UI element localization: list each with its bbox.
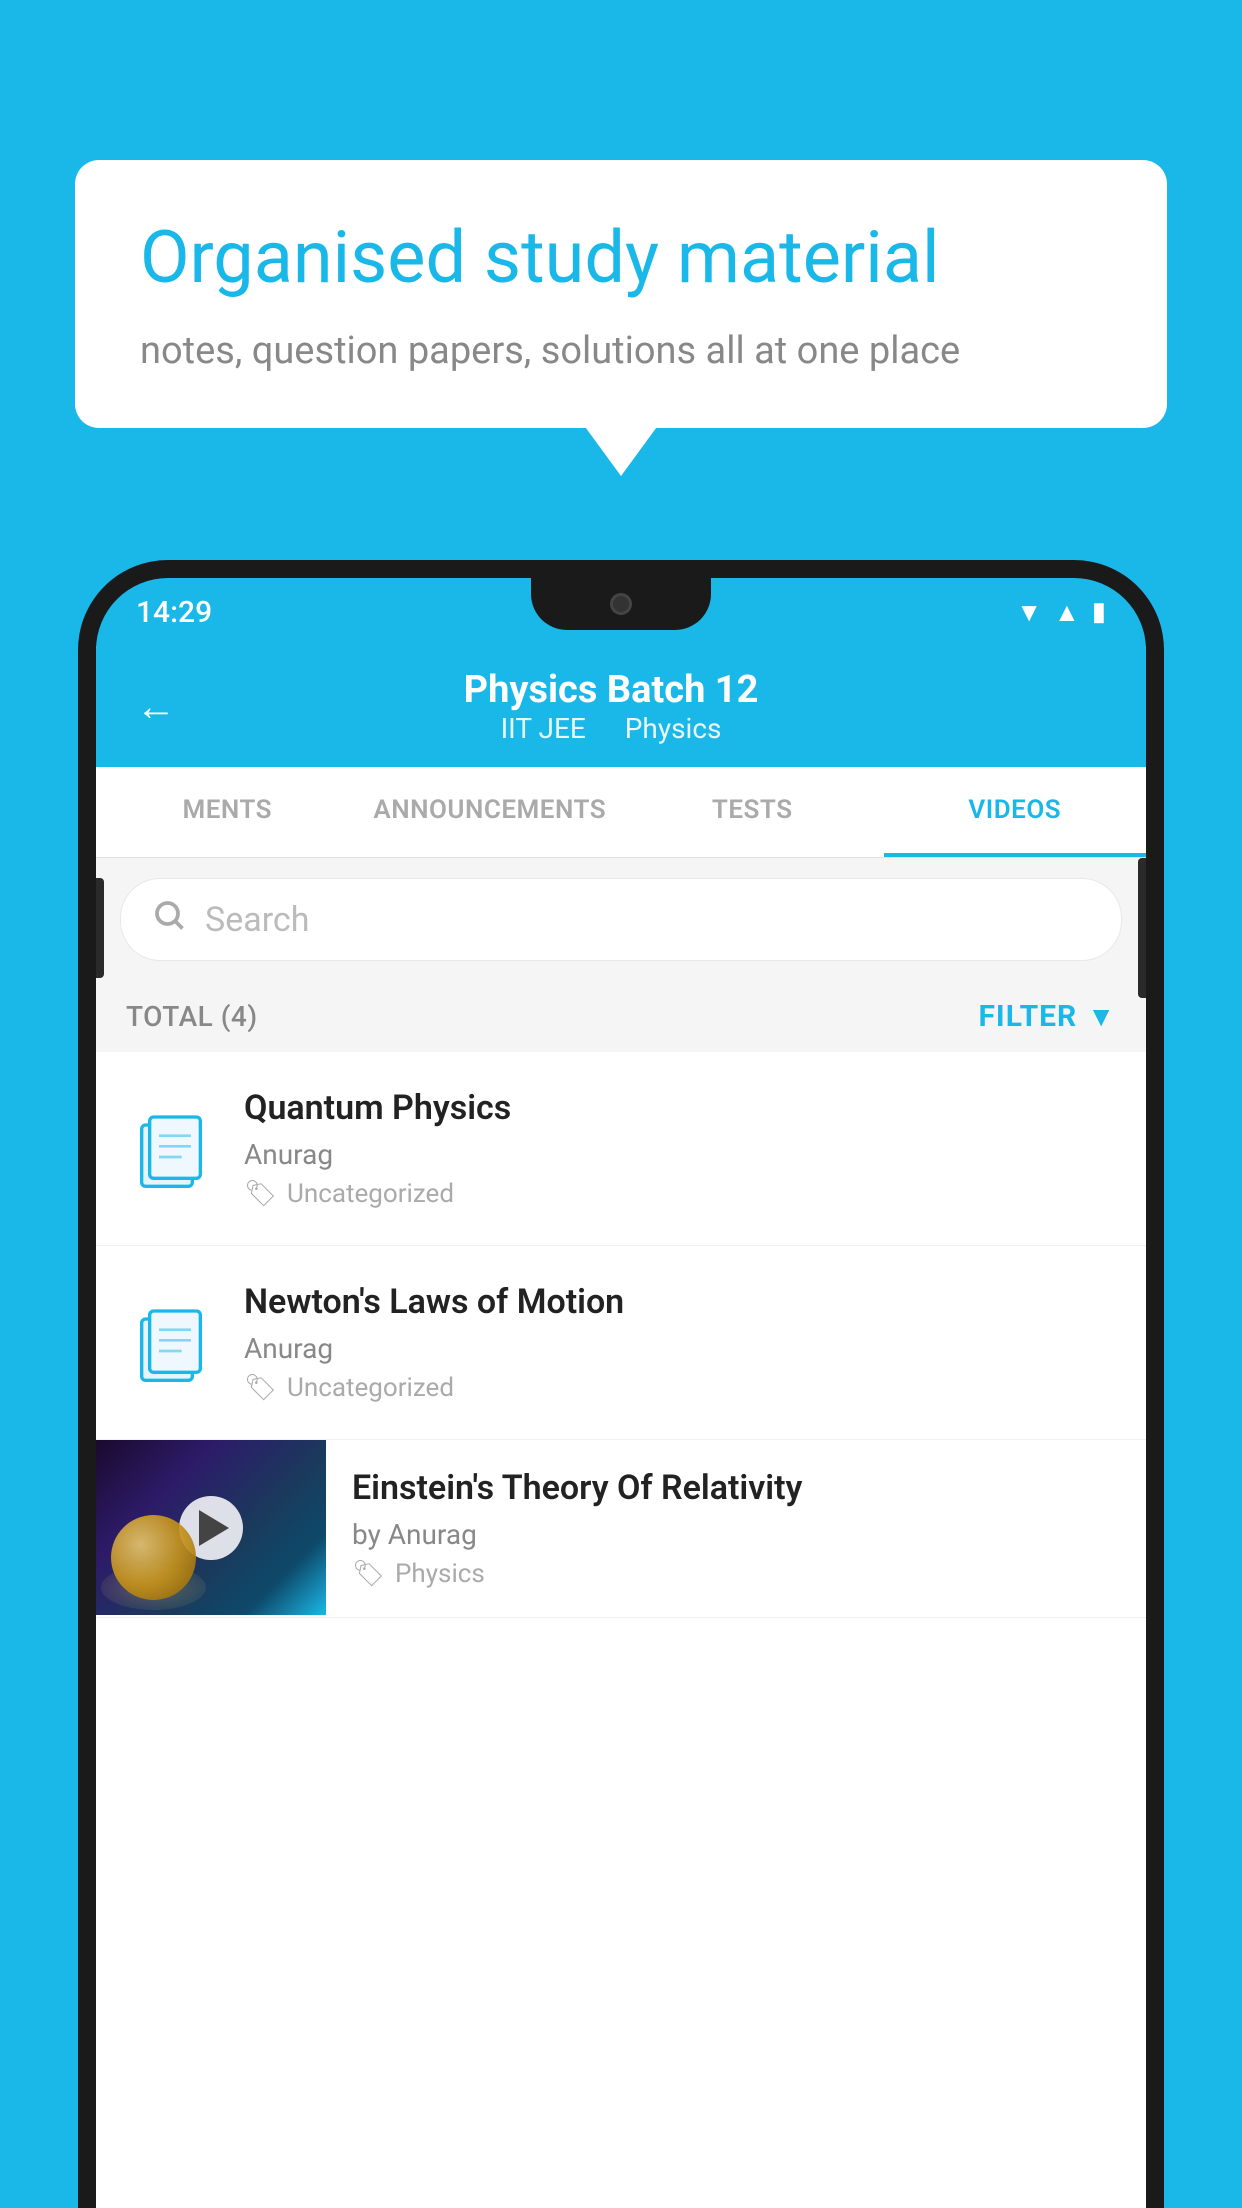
tag-label: Uncategorized [287,1373,454,1403]
status-icons: ▼ ▲ ▮ [1016,597,1106,628]
item-info: Quantum Physics Anurag 🏷 Uncategorized [244,1088,1116,1209]
filter-row: TOTAL (4) FILTER ▼ [96,981,1146,1052]
app-background: Organised study material notes, question… [0,0,1242,2208]
battery-icon: ▮ [1092,597,1106,627]
app-content: ← Physics Batch 12 IIT JEE Physics MENTS [96,646,1146,2208]
video-tag: 🏷 Physics [352,1559,1120,1589]
speech-bubble: Organised study material notes, question… [75,160,1167,428]
file-icon [131,1303,211,1383]
status-time: 14:29 [136,595,212,630]
camera-notch [610,593,632,615]
tab-ments[interactable]: MENTS [96,767,359,857]
search-icon [151,897,187,942]
phone-frame: 14:29 ▼ ▲ ▮ ← Physics Batch 12 IIT JEE [78,560,1164,2208]
item-title: Newton's Laws of Motion [244,1282,1116,1322]
video-author: by Anurag [352,1518,1120,1551]
speech-bubble-title: Organised study material [140,215,1102,301]
phone-inner: 14:29 ▼ ▲ ▮ ← Physics Batch 12 IIT JEE [96,578,1146,2208]
search-input-wrapper[interactable]: Search [120,878,1122,961]
item-tag: 🏷 Uncategorized [244,1179,1116,1209]
speech-bubble-container: Organised study material notes, question… [75,160,1167,428]
item-author: Anurag [244,1138,1116,1171]
tag-icon: 🏷 [352,1559,385,1589]
phone-side-right [1138,858,1146,998]
header-subtitle1: IIT JEE [501,712,586,745]
video-info: Einstein's Theory Of Relativity by Anura… [326,1440,1146,1617]
tag-label: Physics [395,1559,485,1589]
list-item[interactable]: Quantum Physics Anurag 🏷 Uncategorized [96,1052,1146,1246]
play-icon [199,1510,229,1546]
tab-videos[interactable]: VIDEOS [884,767,1147,857]
planet-decoration [111,1515,196,1600]
filter-button[interactable]: FILTER ▼ [978,999,1116,1034]
video-item[interactable]: Einstein's Theory Of Relativity by Anura… [96,1440,1146,1618]
total-label: TOTAL (4) [126,1000,258,1033]
video-title: Einstein's Theory Of Relativity [352,1468,1120,1508]
phone-notch [531,578,711,630]
tag-icon: 🏷 [244,1373,277,1403]
back-button[interactable]: ← [136,683,176,730]
header-subtitle2: Physics [625,712,722,745]
item-author: Anurag [244,1332,1116,1365]
tag-label: Uncategorized [287,1179,454,1209]
header-title-section: Physics Batch 12 IIT JEE Physics [206,668,1016,745]
search-placeholder: Search [205,900,309,940]
tabs-bar: MENTS ANNOUNCEMENTS TESTS VIDEOS [96,767,1146,858]
filter-icon: ▼ [1087,1000,1116,1033]
speech-bubble-subtitle: notes, question papers, solutions all at… [140,329,1102,373]
signal-icon: ▲ [1054,597,1080,628]
video-thumbnail [96,1440,326,1615]
tag-icon: 🏷 [244,1179,277,1209]
tab-tests[interactable]: TESTS [621,767,884,857]
item-title: Quantum Physics [244,1088,1116,1128]
search-container: Search [96,858,1146,981]
header-title: Physics Batch 12 [206,668,1016,712]
list-area: Quantum Physics Anurag 🏷 Uncategorized [96,1052,1146,2208]
file-icon-container [126,1298,216,1388]
list-item[interactable]: Newton's Laws of Motion Anurag 🏷 Uncateg… [96,1246,1146,1440]
tab-announcements[interactable]: ANNOUNCEMENTS [359,767,622,857]
item-tag: 🏷 Uncategorized [244,1373,1116,1403]
wifi-icon: ▼ [1016,597,1042,628]
file-icon-container [126,1104,216,1194]
file-icon [131,1109,211,1189]
app-header: ← Physics Batch 12 IIT JEE Physics [96,646,1146,767]
phone-side-left [96,878,104,978]
item-info: Newton's Laws of Motion Anurag 🏷 Uncateg… [244,1282,1116,1403]
header-subtitle: IIT JEE Physics [206,712,1016,745]
filter-label: FILTER [978,999,1077,1034]
